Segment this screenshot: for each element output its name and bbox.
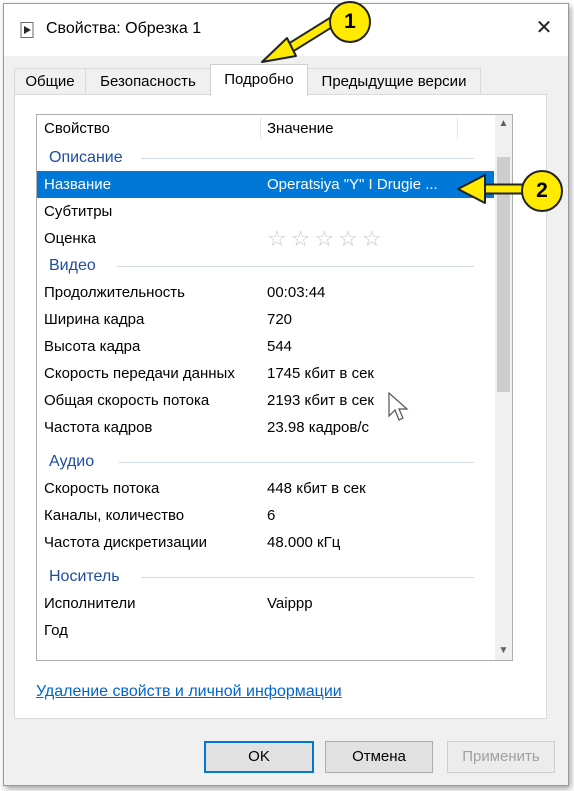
arrow-2-icon: [457, 174, 529, 204]
annotation-arrows: [261, 14, 529, 204]
callout-two: 2: [521, 170, 563, 212]
arrow-1-icon: [261, 14, 341, 63]
callout-one: 1: [329, 1, 371, 43]
